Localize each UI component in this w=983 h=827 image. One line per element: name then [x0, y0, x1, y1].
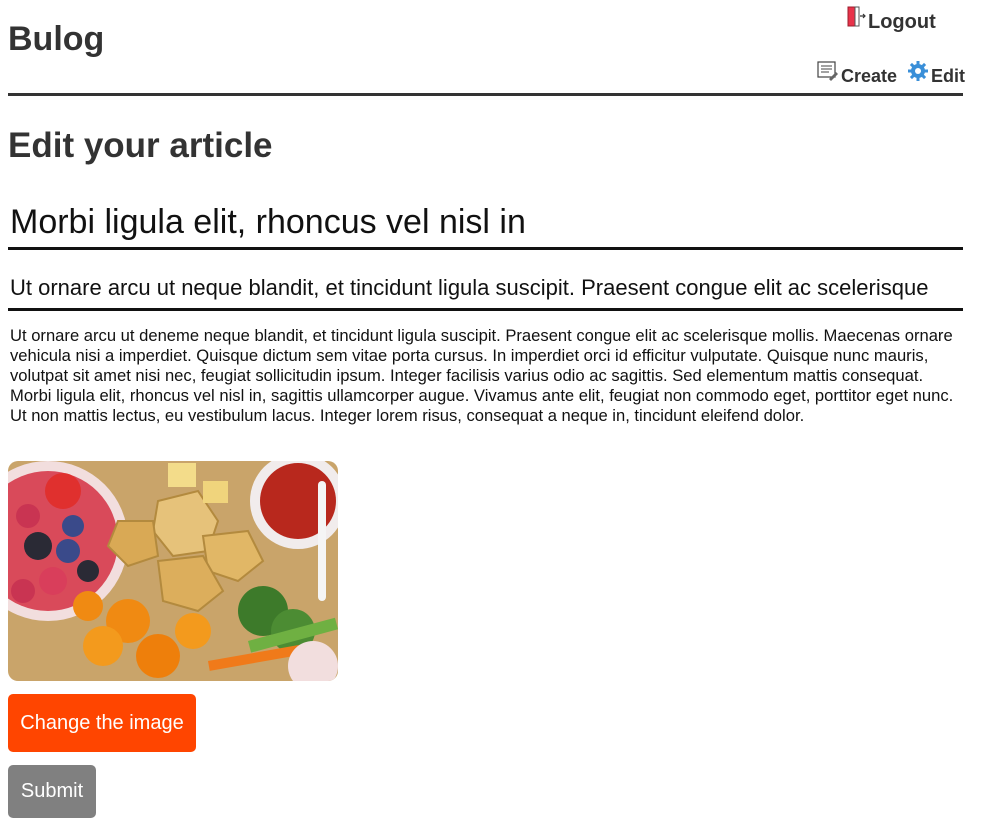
article-subtitle-input[interactable] — [8, 268, 963, 311]
site-header: Bulog Logout Create Edit — [8, 0, 965, 96]
article-image — [8, 461, 338, 681]
page-title: Edit your article — [8, 126, 273, 165]
edit-label: Edit — [931, 66, 965, 86]
create-link[interactable]: Create — [817, 60, 897, 87]
change-image-button[interactable]: Change the image — [8, 694, 196, 752]
logout-door-icon — [846, 6, 866, 34]
create-label: Create — [841, 66, 898, 86]
logout-label: Logout — [868, 11, 936, 33]
article-title-input[interactable] — [8, 198, 963, 250]
create-document-icon — [817, 60, 839, 87]
brand-logo[interactable]: Bulog — [8, 20, 104, 59]
submit-button[interactable]: Submit — [8, 765, 96, 818]
edit-link[interactable]: Edit — [907, 60, 965, 87]
article-body-textarea[interactable]: Ut ornare arcu ut deneme neque blandit, … — [8, 326, 963, 446]
logout-link[interactable]: Logout — [846, 6, 936, 34]
gear-icon — [907, 60, 929, 87]
page-container: Bulog Logout Create Edit Edit your artic… — [8, 0, 965, 818]
